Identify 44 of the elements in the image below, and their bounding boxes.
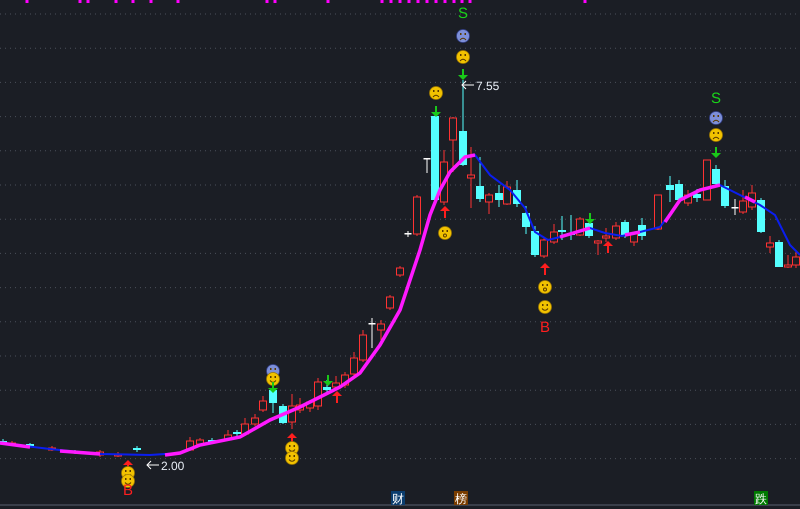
- down-arrow-icon: [458, 69, 468, 80]
- candlestick: [396, 266, 404, 278]
- candlestick: [26, 442, 34, 448]
- up-arrow-icon: [440, 206, 450, 218]
- up-arrow-icon: [332, 391, 342, 403]
- candlestick: [48, 446, 56, 452]
- up-arrow-icon: [603, 241, 613, 253]
- down-arrow-icon: [268, 382, 278, 393]
- candlestick: [208, 438, 216, 444]
- price-label: 2.00: [161, 459, 184, 473]
- tag-badge: 榜: [454, 491, 468, 506]
- sell-signal-label: S: [458, 5, 468, 22]
- smiley-face-icon: [285, 451, 299, 465]
- frowning-face-icon: [709, 111, 723, 125]
- candlestick: [413, 194, 421, 236]
- candlestick: [186, 436, 194, 452]
- candlestick: [377, 320, 385, 340]
- down-arrow-icon: [323, 375, 333, 386]
- candlestick: [133, 446, 141, 452]
- down-arrow-icon: [431, 106, 441, 117]
- sell-signal-label: S: [711, 90, 721, 107]
- smiley-face-icon: [266, 372, 280, 386]
- pointer-arrow-icon: [461, 80, 474, 90]
- pointer-arrow-icon: [146, 460, 160, 470]
- frowning-face-icon: [456, 29, 470, 43]
- price-label: 7.55: [476, 79, 500, 93]
- up-arrow-icon: [540, 263, 550, 275]
- buy-signal-label: B: [540, 319, 550, 336]
- surprised-face-icon: [538, 280, 552, 294]
- down-arrow-icon: [585, 213, 595, 224]
- candlestick: [368, 318, 376, 348]
- candlestick: [654, 194, 662, 230]
- tag-badge: 财: [391, 491, 405, 506]
- surprised-face-icon: [438, 226, 452, 240]
- smiley-face-icon: [538, 300, 552, 314]
- candlestick: [196, 438, 204, 446]
- candlestick: [404, 230, 412, 238]
- tag-badge: 跌: [754, 491, 768, 506]
- frowning-face-icon: [429, 86, 443, 100]
- frowning-face-icon: [709, 128, 723, 142]
- candlestick: [386, 294, 394, 310]
- frowning-face-icon: [456, 50, 470, 64]
- down-arrow-icon: [711, 147, 721, 158]
- buy-signal-label: B: [123, 482, 133, 499]
